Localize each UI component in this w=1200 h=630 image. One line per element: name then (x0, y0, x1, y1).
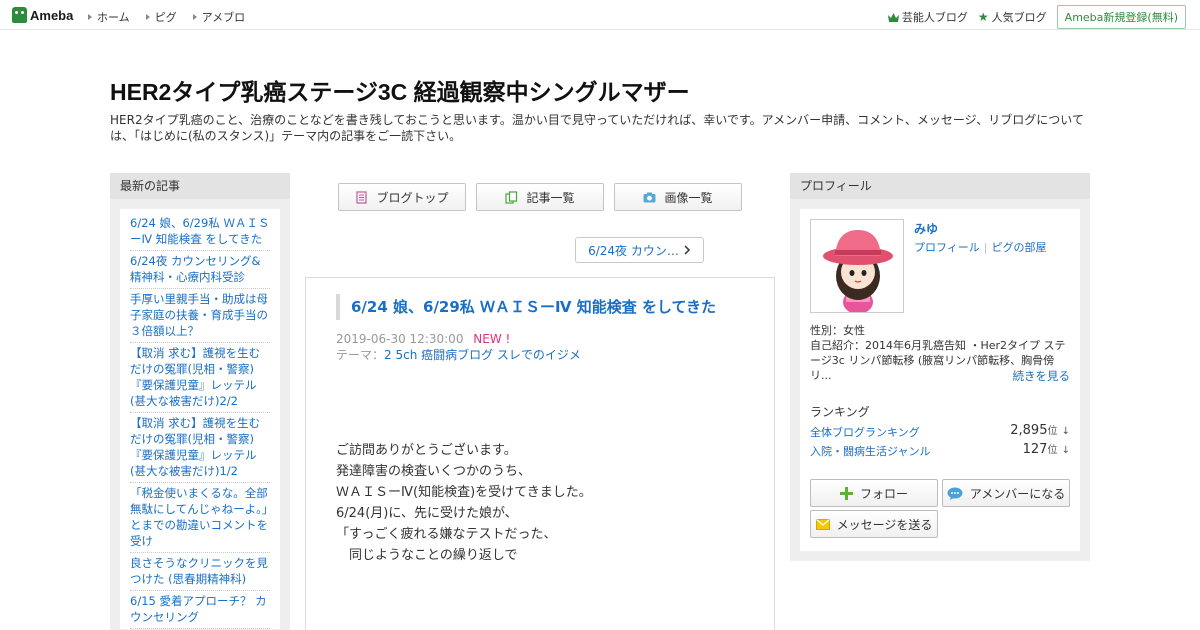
plus-icon (839, 486, 853, 500)
ameba-logo-icon (12, 7, 27, 23)
blog-title[interactable]: HER2タイプ乳癌ステージ3C 経過観察中シングルマザー (110, 73, 690, 107)
article-body: ご訪問ありがとうございます。 発達障害の検査いくつかのうち、 ＷＡＩＳーⅣ(知能… (336, 440, 756, 566)
document-icon (356, 190, 368, 204)
read-more-link[interactable]: 続きを見る (1013, 368, 1071, 384)
header-right-links: 芸能人ブログ ★ 人気ブログ Ameba新規登録(無料) (878, 5, 1186, 29)
nav-ameblo-label: アメブロ (201, 11, 246, 24)
nav-pigg[interactable]: ピグ (145, 9, 177, 25)
profile-name[interactable]: みゆ (914, 220, 938, 237)
ranking-value: 2,895位 ↓ (1010, 422, 1070, 438)
recent-articles-list: 6/24 娘、6/29私 ＷＡＩＳーⅣ 知能検査 をしてきた 6/24夜 カウン… (120, 209, 280, 629)
new-badge: NEW ! (473, 332, 511, 346)
popular-blog-link[interactable]: ★ 人気ブログ (978, 9, 1047, 25)
profile-panel: プロフィール みゆ プロフィール | ピグの部屋 性別：女性 自己紹介：2014… (790, 173, 1090, 561)
theme-label: テーマ： (336, 348, 385, 362)
ameba-logo[interactable]: Ameba (12, 6, 73, 24)
recent-article-link[interactable]: 手厚い里親手当・助成は母子家庭の扶養・育成手当の３倍額以上？ (130, 289, 270, 343)
image-list-button[interactable]: 画像一覧 (614, 183, 742, 211)
body-line: ＷＡＩＳーⅣ(知能検査)を受けてきました。 (336, 485, 592, 500)
nav-home-label: ホーム (97, 11, 130, 24)
article-date: 2019-06-30 12:30:00 (336, 332, 464, 346)
rank-down-arrow-icon: ↓ (1061, 426, 1070, 437)
triangle-right-icon (88, 14, 92, 20)
article-list-label: 記事一覧 (526, 190, 575, 205)
nav-home[interactable]: ホーム (88, 9, 130, 25)
body-line: 6/24(月)に、先に受けた娘が、 (336, 506, 518, 521)
rank-down-arrow-icon: ↓ (1061, 445, 1070, 456)
profile-box: みゆ プロフィール | ピグの部屋 性別：女性 自己紹介：2014年6月乳癌告知 ・… (800, 209, 1080, 551)
profile-heading: プロフィール (790, 173, 1090, 199)
profile-links: プロフィール | ピグの部屋 (914, 239, 1047, 255)
recent-article-link[interactable]: 「税金使いまくるな。全部無駄にしてんじゃねーよ。」とまでの勘違いコメントを受け (130, 483, 270, 553)
global-nav: ホーム ピグ アメブロ (88, 9, 261, 25)
send-message-button[interactable]: メッセージを送る (810, 510, 938, 538)
copy-icon (505, 190, 518, 204)
ameba-logo-text: Ameba (30, 7, 74, 23)
blog-top-button[interactable]: ブログトップ (338, 183, 466, 211)
ranking-value: 127位 ↓ (1023, 441, 1070, 457)
recent-article-link[interactable]: 6/24 娘、6/29私 ＷＡＩＳーⅣ 知能検査 をしてきた (130, 213, 270, 251)
ranking-number: 127 (1022, 442, 1048, 457)
article-title[interactable]: 6/24 娘、6/29私 ＷＡＩＳーⅣ 知能検査 をしてきた (336, 294, 746, 320)
recent-articles-panel: 最新の記事 6/24 娘、6/29私 ＷＡＩＳーⅣ 知能検査 をしてきた 6/2… (110, 173, 290, 630)
body-line: 同じようなことの繰り返しで (336, 548, 518, 563)
triangle-right-icon (192, 14, 197, 20)
signup-button[interactable]: Ameba新規登録(無料) (1056, 5, 1186, 29)
ranking-row: 入院・闘病生活ジャンル 127位 ↓ (810, 441, 1070, 459)
image-list-label: 画像一覧 (664, 190, 713, 205)
body-line: ご訪問ありがとうございます。 (336, 443, 517, 458)
blog-toolbar: ブログトップ 記事一覧 画像一覧 (338, 183, 752, 211)
ranking-unit: 位 (1047, 426, 1058, 437)
celebrity-blog-label: 芸能人ブログ (901, 11, 968, 24)
chevron-right-icon (684, 245, 690, 255)
amember-label: アメンバーになる (969, 486, 1066, 501)
link-separator: | (983, 241, 988, 254)
article-theme-link[interactable]: 2 5ch 癌闘病ブログ スレでのイジメ (384, 348, 581, 362)
crown-icon (887, 12, 899, 22)
recent-article-link[interactable]: 【取消 求む】護視を生むだけの冤罪(児相・警察)『要保護児童』レッテル(甚大な被… (130, 413, 270, 483)
ranking-name-link[interactable]: 入院・闘病生活ジャンル (810, 443, 930, 459)
ranking-unit: 位 (1047, 445, 1058, 456)
ranking-heading: ランキング (810, 405, 870, 419)
popular-blog-label: 人気ブログ (991, 11, 1047, 24)
envelope-icon (815, 518, 830, 530)
profile-link[interactable]: プロフィール (914, 241, 980, 254)
follow-button[interactable]: フォロー (810, 479, 938, 507)
celebrity-blog-link[interactable]: 芸能人ブログ (887, 9, 968, 25)
pigg-room-link[interactable]: ピグの部屋 (992, 241, 1047, 254)
next-article-button[interactable]: 6/24夜 カウン… (575, 237, 704, 263)
nav-ameblo[interactable]: アメブロ (192, 9, 246, 25)
amember-button[interactable]: アメンバーになる (942, 479, 1070, 507)
next-article-label: 6/24夜 カウン… (588, 243, 679, 258)
ranking-number: 2,895 (1010, 423, 1048, 438)
follow-label: フォロー (859, 486, 908, 501)
chat-bubble-icon (947, 487, 963, 500)
recent-article-link[interactable]: 6/15 愛着アプローチ？ カウンセリング (130, 591, 270, 629)
ranking-row: 全体ブログランキング 2,895位 ↓ (810, 422, 1070, 440)
avatar[interactable] (810, 219, 904, 313)
recent-article-link[interactable]: 良さそうなクリニックを見つけた (思春期精神科) (130, 553, 270, 591)
recent-article-link[interactable]: 6/24夜 カウンセリング&精神科・心療内科受診 (130, 251, 270, 289)
article: 6/24 娘、6/29私 ＷＡＩＳーⅣ 知能検査 をしてきた 2019-06-3… (305, 277, 775, 630)
profile-gender: 性別：女性 (810, 324, 865, 337)
send-message-label: メッセージを送る (836, 517, 933, 532)
nav-pigg-label: ピグ (154, 11, 177, 24)
star-icon: ★ (977, 10, 989, 24)
camera-icon (643, 192, 656, 202)
global-header: Ameba ホーム ピグ アメブロ 芸能人ブログ ★ 人気ブログ Ameba新規… (0, 0, 1200, 30)
article-list-button[interactable]: 記事一覧 (476, 183, 604, 211)
recent-articles-heading: 最新の記事 (110, 173, 290, 199)
avatar-image (811, 220, 903, 312)
article-meta: 2019-06-30 12:30:00 NEW ! テーマ：2 5ch 癌闘病ブ… (336, 331, 581, 363)
blog-description: HER2タイプ乳癌のこと、治療のことなどを書き残しておこうと思います。温かい目で… (110, 113, 1084, 143)
body-line: 発達障害の検査いくつかのうち、 (336, 464, 532, 479)
triangle-right-icon (145, 14, 150, 20)
blog-top-label: ブログトップ (376, 190, 449, 205)
body-line: 「すっごく疲れる嫌なテストだった、 (336, 527, 557, 542)
ranking-name-link[interactable]: 全体ブログランキング (810, 424, 920, 440)
recent-article-link[interactable]: 【取消 求む】護視を生むだけの冤罪(児相・警察)『要保護児童』レッテル(甚大な被… (130, 343, 270, 413)
